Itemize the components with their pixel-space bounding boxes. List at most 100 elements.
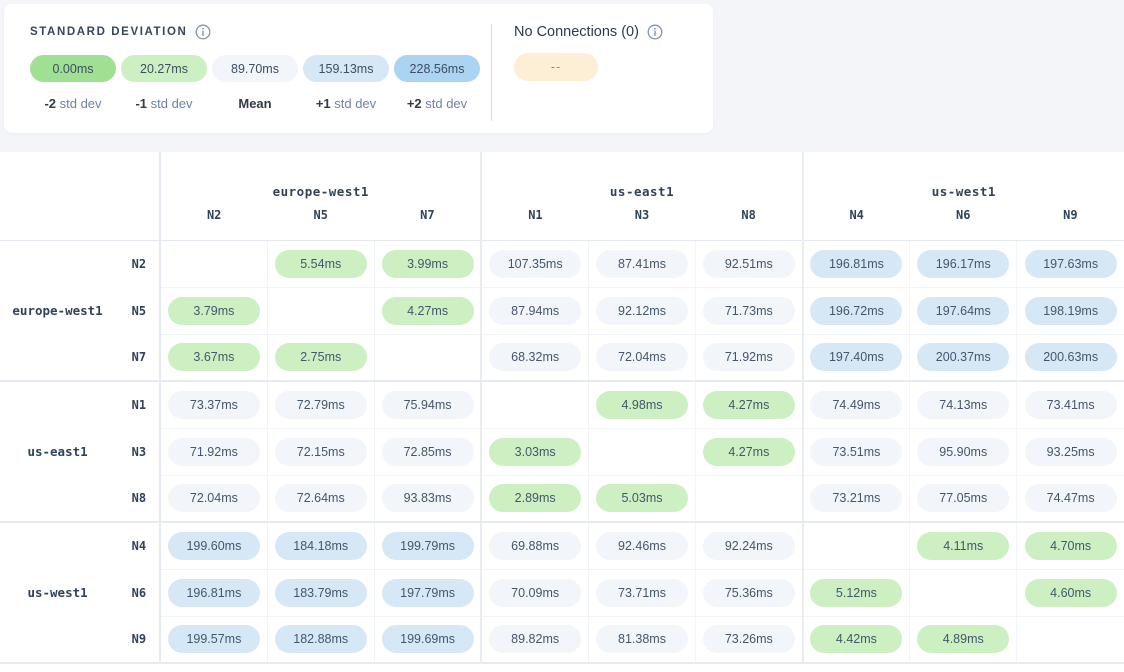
row-node-label: N7 <box>115 334 160 381</box>
latency-pill: 5.03ms <box>596 484 688 512</box>
latency-pill: 92.12ms <box>596 297 688 325</box>
self-cell <box>374 334 481 381</box>
latency-pill: 81.38ms <box>596 625 688 653</box>
latency-pill: 4.98ms <box>596 391 688 419</box>
latency-cell: 93.25ms <box>1017 428 1124 475</box>
latency-pill: 71.92ms <box>168 438 260 466</box>
latency-pill: 87.41ms <box>596 250 688 278</box>
latency-cell: 73.71ms <box>588 569 695 616</box>
latency-cell: 199.57ms <box>160 616 267 663</box>
latency-cell: 2.89ms <box>481 475 588 522</box>
latency-cell: 74.49ms <box>803 381 910 428</box>
latency-cell: 69.88ms <box>481 522 588 569</box>
latency-cell: 4.98ms <box>588 381 695 428</box>
latency-cell: 87.94ms <box>481 287 588 334</box>
std-dev-title: STANDARD DEVIATION <box>30 26 187 38</box>
latency-cell: 199.79ms <box>374 522 481 569</box>
latency-cell: 89.82ms <box>481 616 588 663</box>
latency-pill: 71.73ms <box>703 297 795 325</box>
column-node-header: N9 <box>1017 208 1124 240</box>
latency-pill: 197.40ms <box>810 343 902 371</box>
latency-pill: 4.70ms <box>1025 532 1117 560</box>
latency-pill: 73.51ms <box>810 438 902 466</box>
latency-pill: 93.25ms <box>1025 438 1117 466</box>
latency-table: europe-west1us-east1us-west1N2N5N7N1N3N8… <box>0 152 1124 664</box>
latency-cell: 4.27ms <box>696 381 803 428</box>
latency-pill: 4.89ms <box>917 625 1009 653</box>
latency-cell: 71.73ms <box>696 287 803 334</box>
latency-pill: 73.21ms <box>810 484 902 512</box>
latency-cell: 199.60ms <box>160 522 267 569</box>
latency-cell: 72.64ms <box>267 475 374 522</box>
row-region-label: europe-west1 <box>0 240 115 381</box>
column-node-header: N7 <box>374 208 481 240</box>
latency-matrix: europe-west1us-east1us-west1N2N5N7N1N3N8… <box>0 152 1124 672</box>
latency-cell: 184.18ms <box>267 522 374 569</box>
latency-cell: 71.92ms <box>696 334 803 381</box>
column-region-header: us-east1 <box>481 152 802 208</box>
matrix-corner-cell <box>0 152 160 240</box>
row-node-label: N9 <box>115 616 160 663</box>
latency-cell: 3.03ms <box>481 428 588 475</box>
latency-cell: 4.42ms <box>803 616 910 663</box>
latency-pill: 200.37ms <box>917 343 1009 371</box>
latency-pill: 4.11ms <box>917 532 1009 560</box>
latency-pill: 74.13ms <box>917 391 1009 419</box>
latency-cell: 73.21ms <box>803 475 910 522</box>
legend-stop-pill: 228.56ms <box>394 55 480 82</box>
latency-pill: 4.27ms <box>703 391 795 419</box>
latency-cell: 72.04ms <box>588 334 695 381</box>
self-cell <box>696 475 803 522</box>
latency-cell: 196.17ms <box>910 240 1017 287</box>
latency-cell: 5.54ms <box>267 240 374 287</box>
latency-pill: 75.36ms <box>703 579 795 607</box>
column-node-header: N1 <box>481 208 588 240</box>
latency-cell: 71.92ms <box>160 428 267 475</box>
legend-stops: 0.00ms-2 std dev20.27ms-1 std dev89.70ms… <box>30 55 487 111</box>
latency-pill: 92.51ms <box>703 250 795 278</box>
legend-stop-pill: 159.13ms <box>303 55 389 82</box>
legend-stop-label: -2 std dev <box>44 96 101 111</box>
latency-cell: 197.63ms <box>1017 240 1124 287</box>
latency-pill: 72.04ms <box>596 343 688 371</box>
row-region-label: us-east1 <box>0 381 115 522</box>
latency-pill: 182.88ms <box>275 625 367 653</box>
legend-stop: 20.27ms-1 std dev <box>121 55 207 111</box>
latency-cell: 92.24ms <box>696 522 803 569</box>
latency-pill: 73.71ms <box>596 579 688 607</box>
latency-cell: 200.37ms <box>910 334 1017 381</box>
latency-cell: 3.79ms <box>160 287 267 334</box>
self-cell <box>588 428 695 475</box>
latency-pill: 72.85ms <box>382 438 474 466</box>
self-cell <box>267 287 374 334</box>
latency-pill: 71.92ms <box>703 343 795 371</box>
latency-cell: 182.88ms <box>267 616 374 663</box>
no-connections-label: No Connections (0) <box>514 24 639 40</box>
latency-cell: 72.15ms <box>267 428 374 475</box>
latency-pill: 87.94ms <box>489 297 581 325</box>
latency-cell: 92.51ms <box>696 240 803 287</box>
latency-cell: 4.60ms <box>1017 569 1124 616</box>
self-cell <box>910 569 1017 616</box>
info-icon[interactable] <box>195 24 211 40</box>
row-node-label: N1 <box>115 381 160 428</box>
latency-cell: 183.79ms <box>267 569 374 616</box>
latency-pill: 196.81ms <box>168 579 260 607</box>
latency-cell: 4.27ms <box>374 287 481 334</box>
info-icon[interactable] <box>647 24 663 40</box>
no-connections-pill: -- <box>514 53 598 81</box>
row-node-label: N2 <box>115 240 160 287</box>
latency-cell: 81.38ms <box>588 616 695 663</box>
latency-pill: 200.63ms <box>1025 343 1117 371</box>
latency-cell: 5.12ms <box>803 569 910 616</box>
latency-cell: 107.35ms <box>481 240 588 287</box>
latency-cell: 92.12ms <box>588 287 695 334</box>
latency-cell: 70.09ms <box>481 569 588 616</box>
latency-cell: 93.83ms <box>374 475 481 522</box>
legend-stop-pill: 89.70ms <box>212 55 298 82</box>
latency-cell: 95.90ms <box>910 428 1017 475</box>
row-node-label: N4 <box>115 522 160 569</box>
latency-pill: 3.79ms <box>168 297 260 325</box>
legend-stop: 159.13ms+1 std dev <box>303 55 389 111</box>
latency-pill: 92.46ms <box>596 532 688 560</box>
